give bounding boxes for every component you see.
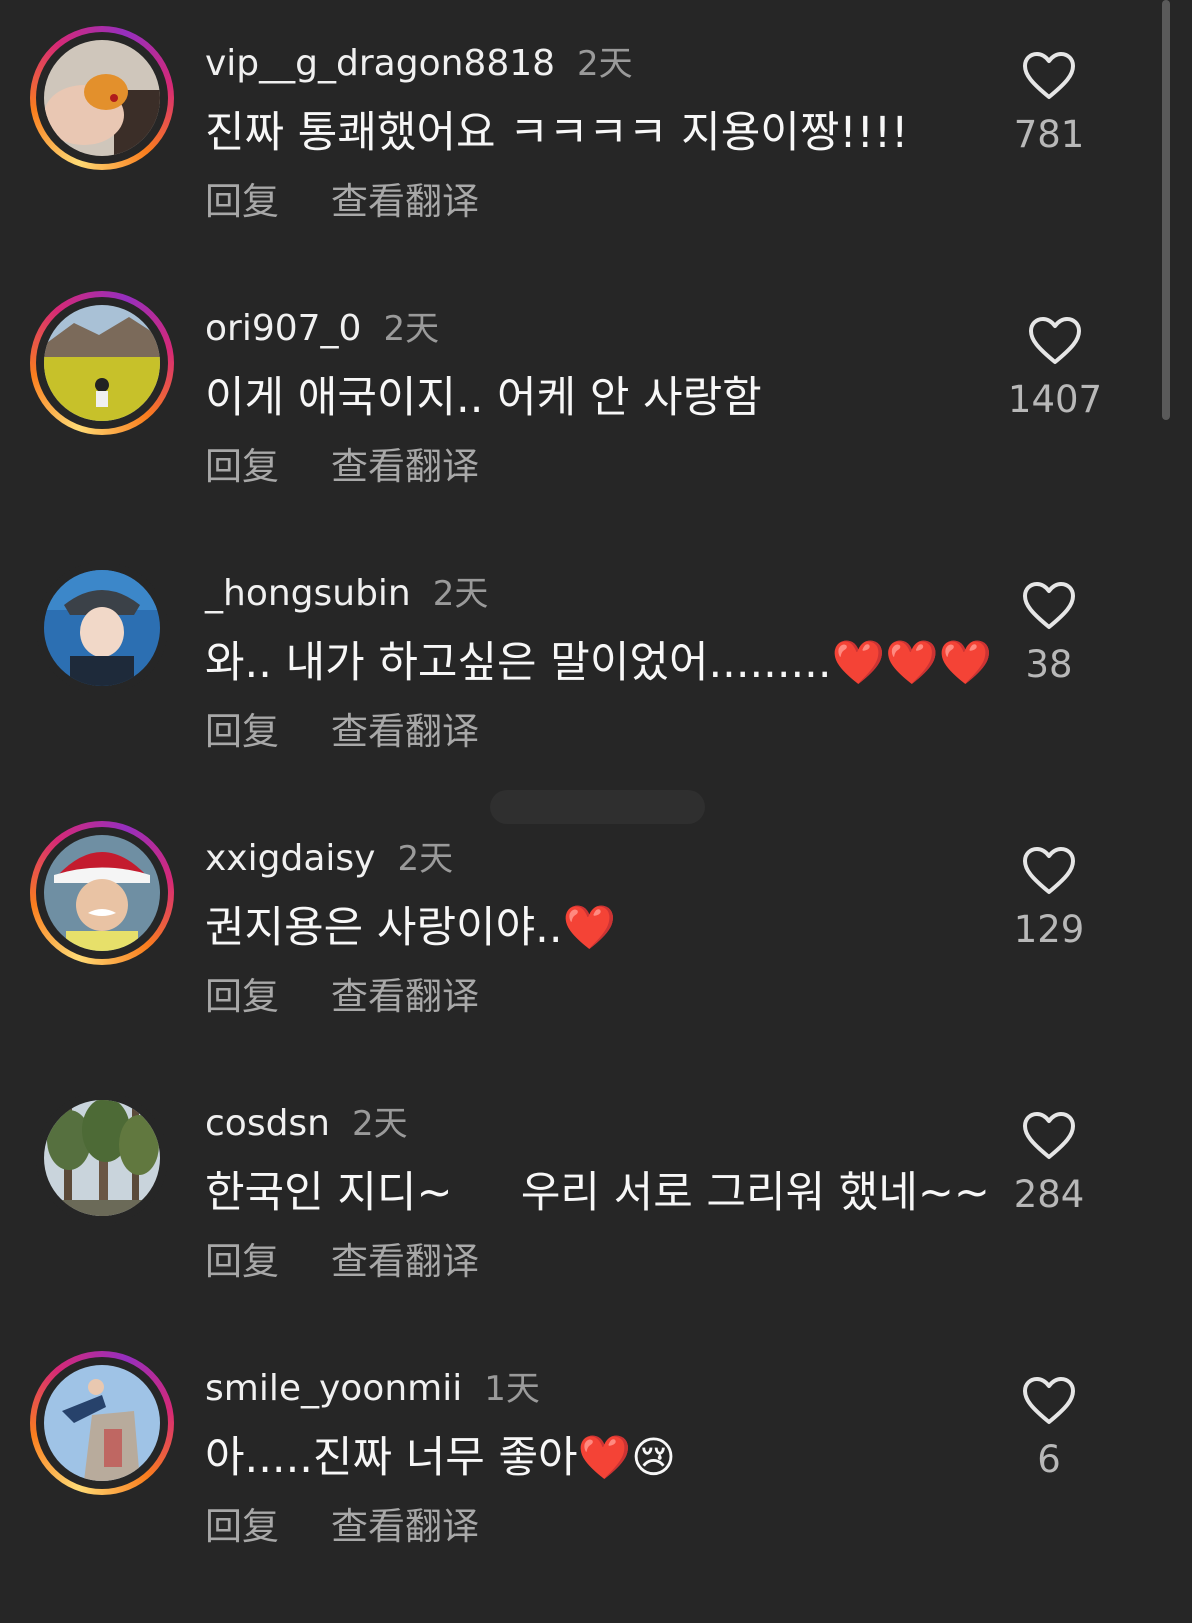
like-control: 129 <box>994 846 1104 951</box>
reply-button[interactable]: 回复 <box>205 975 279 1018</box>
avatar[interactable] <box>30 556 174 700</box>
heart-outline-icon[interactable] <box>1022 846 1076 896</box>
like-count: 284 <box>1013 1173 1085 1216</box>
avatar[interactable] <box>30 291 174 435</box>
reply-button[interactable]: 回复 <box>205 445 279 488</box>
translate-button[interactable]: 查看翻译 <box>331 710 479 753</box>
like-control: 38 <box>994 581 1104 686</box>
comment-text: 아.....진짜 너무 좋아❤️😢 <box>205 1433 676 1483</box>
reply-button[interactable]: 回复 <box>205 710 279 753</box>
avatar[interactable] <box>30 1086 174 1230</box>
comment-item: xxigdaisy 2天 권지용은 사랑이야..❤️ 回复 查看翻译 129 <box>0 821 1192 1093</box>
like-count: 6 <box>1037 1438 1061 1481</box>
comment-text: 이게 애국이지.. 어케 안 사랑함 <box>205 373 762 423</box>
comment-text: 권지용은 사랑이야..❤️ <box>205 903 617 953</box>
comment-item: smile_yoonmii 1天 아.....진짜 너무 좋아❤️😢 回复 查看翻译… <box>0 1351 1192 1623</box>
timestamp: 2天 <box>577 44 633 84</box>
heart-outline-icon[interactable] <box>1022 1111 1076 1161</box>
timestamp: 2天 <box>397 839 454 879</box>
heart-outline-icon[interactable] <box>1022 51 1076 101</box>
timestamp: 2天 <box>432 574 489 614</box>
comment-item: vip__g_dragon8818 2天 진짜 통쾌했어요 ㅋㅋㅋㅋ 지용이짱!!… <box>0 26 1192 298</box>
timestamp: 2天 <box>383 309 440 349</box>
comment-text: 와.. 내가 하고싶은 말이었어.........❤️❤️❤️ <box>205 638 993 688</box>
username[interactable]: ori907_0 <box>205 308 361 349</box>
like-count: 38 <box>1025 643 1073 686</box>
translate-button[interactable]: 查看翻译 <box>331 445 479 488</box>
timestamp: 2天 <box>352 1104 408 1144</box>
username[interactable]: cosdsn <box>205 1103 330 1144</box>
comment-text: 진짜 통쾌했어요 ㅋㅋㅋㅋ 지용이짱!!!! <box>205 108 909 158</box>
comment-text: 한국인 지디~ 우리 서로 그리워 했네~~ <box>205 1168 990 1218</box>
comment-item: cosdsn 2天 한국인 지디~ 우리 서로 그리워 했네~~ 回复 查看翻译 2… <box>0 1086 1192 1358</box>
scrollbar[interactable] <box>1162 0 1170 420</box>
like-count: 781 <box>1013 113 1085 156</box>
username[interactable]: xxigdaisy <box>205 838 375 879</box>
comment-item: _hongsubin 2天 와.. 내가 하고싶은 말이었어.........❤️… <box>0 556 1192 828</box>
username[interactable]: smile_yoonmii <box>205 1368 462 1409</box>
heart-outline-icon[interactable] <box>1022 581 1076 631</box>
like-count: 129 <box>1013 908 1085 951</box>
username[interactable]: _hongsubin <box>205 573 411 614</box>
like-control: 1407 <box>1000 316 1110 421</box>
translate-button[interactable]: 查看翻译 <box>331 975 479 1018</box>
heart-outline-icon[interactable] <box>1022 1376 1076 1426</box>
translate-button[interactable]: 查看翻译 <box>331 1240 479 1283</box>
reply-button[interactable]: 回复 <box>205 1505 279 1548</box>
reply-button[interactable]: 回复 <box>205 1240 279 1283</box>
avatar[interactable] <box>30 1351 174 1495</box>
like-count: 1407 <box>1007 378 1103 421</box>
timestamp: 1天 <box>484 1369 540 1409</box>
watermark <box>490 790 705 824</box>
heart-outline-icon[interactable] <box>1028 316 1082 366</box>
like-control: 781 <box>994 51 1104 156</box>
like-control: 284 <box>994 1111 1104 1216</box>
username[interactable]: vip__g_dragon8818 <box>205 43 555 84</box>
translate-button[interactable]: 查看翻译 <box>331 1505 479 1548</box>
avatar[interactable] <box>30 26 174 170</box>
reply-button[interactable]: 回复 <box>205 180 279 223</box>
like-control: 6 <box>994 1376 1104 1481</box>
comment-item: ori907_0 2天 이게 애국이지.. 어케 안 사랑함 回复 查看翻译 140… <box>0 291 1192 563</box>
translate-button[interactable]: 查看翻译 <box>331 180 479 223</box>
avatar[interactable] <box>30 821 174 965</box>
